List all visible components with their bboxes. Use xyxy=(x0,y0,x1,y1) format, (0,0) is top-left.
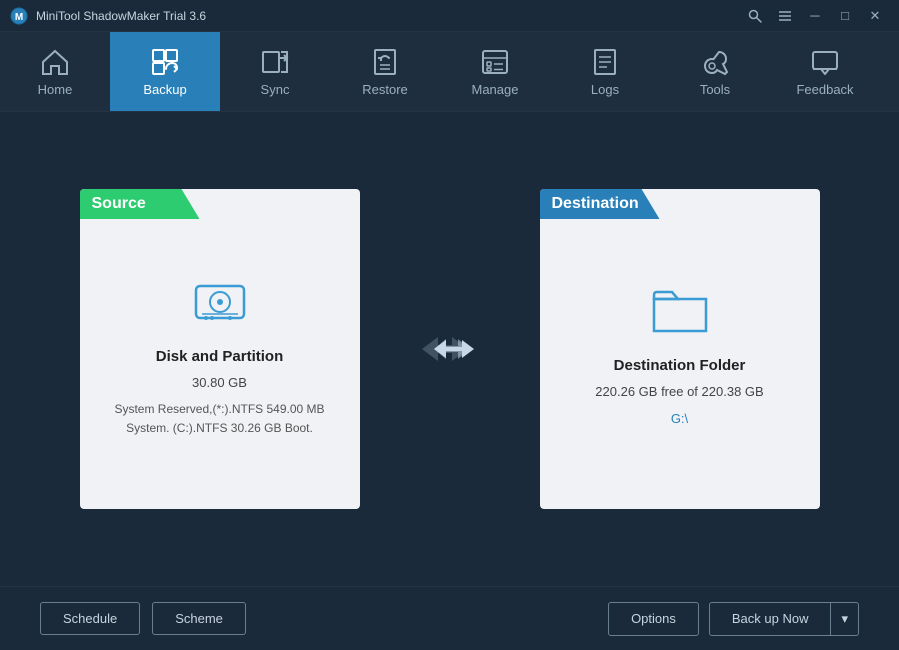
bottom-left-controls: Schedule Scheme xyxy=(40,602,246,635)
scheme-button[interactable]: Scheme xyxy=(152,602,246,635)
destination-info: 220.26 GB free of 220.38 GB G:\ xyxy=(595,382,763,430)
source-label: Source xyxy=(80,189,200,219)
window-controls: ─ □ ✕ xyxy=(741,5,889,27)
nav-item-home[interactable]: Home xyxy=(0,32,110,111)
nav-label-tools: Tools xyxy=(700,82,730,97)
source-card[interactable]: Source Disk and Partition 30.80 GB Syste… xyxy=(80,189,360,509)
folder-icon xyxy=(648,279,712,343)
schedule-button[interactable]: Schedule xyxy=(40,602,140,635)
source-info: 30.80 GB System Reserved,(*:).NTFS 549.0… xyxy=(110,373,330,438)
home-icon xyxy=(39,46,71,78)
minimize-button[interactable]: ─ xyxy=(801,5,829,27)
destination-label: Destination xyxy=(540,189,660,219)
backup-now-button[interactable]: Back up Now xyxy=(709,602,832,636)
bottom-bar: Schedule Scheme Options Back up Now ▾ xyxy=(0,586,899,650)
destination-title: Destination Folder xyxy=(614,357,746,374)
destination-card[interactable]: Destination Destination Folder 220.26 GB… xyxy=(540,189,820,509)
nav-bar: Home Backup Sync Restore xyxy=(0,32,899,112)
nav-label-feedback: Feedback xyxy=(796,82,853,97)
maximize-button[interactable]: □ xyxy=(831,5,859,27)
feedback-icon xyxy=(809,46,841,78)
nav-item-tools[interactable]: Tools xyxy=(660,32,770,111)
logs-icon xyxy=(589,46,621,78)
nav-label-home: Home xyxy=(38,82,73,97)
restore-icon xyxy=(369,46,401,78)
source-size: 30.80 GB xyxy=(110,373,330,394)
nav-item-sync[interactable]: Sync xyxy=(220,32,330,111)
nav-label-logs: Logs xyxy=(591,82,619,97)
dropdown-arrow-icon: ▾ xyxy=(841,611,848,626)
app-title: MiniTool ShadowMaker Trial 3.6 xyxy=(36,9,741,23)
source-description: System Reserved,(*:).NTFS 549.00 MB Syst… xyxy=(110,400,330,438)
svg-text:M: M xyxy=(15,12,23,23)
nav-item-manage[interactable]: Manage xyxy=(440,32,550,111)
nav-label-sync: Sync xyxy=(261,82,290,97)
destination-free-space: 220.26 GB free of 220.38 GB xyxy=(595,382,763,403)
disk-icon xyxy=(188,270,252,334)
nav-item-logs[interactable]: Logs xyxy=(550,32,660,111)
source-title: Disk and Partition xyxy=(156,348,284,365)
backup-now-dropdown-button[interactable]: ▾ xyxy=(831,602,859,636)
main-content: Source Disk and Partition 30.80 GB Syste… xyxy=(0,112,899,586)
nav-item-restore[interactable]: Restore xyxy=(330,32,440,111)
nav-label-manage: Manage xyxy=(472,82,519,97)
menu-button[interactable] xyxy=(771,5,799,27)
nav-item-backup[interactable]: Backup xyxy=(110,32,220,111)
nav-item-feedback[interactable]: Feedback xyxy=(770,32,880,111)
tools-icon xyxy=(699,46,731,78)
search-button[interactable] xyxy=(741,5,769,27)
title-bar: M MiniTool ShadowMaker Trial 3.6 ─ □ ✕ xyxy=(0,0,899,32)
arrow xyxy=(420,329,480,369)
bottom-right-controls: Options Back up Now ▾ xyxy=(608,602,859,636)
close-button[interactable]: ✕ xyxy=(861,5,889,27)
nav-label-backup: Backup xyxy=(143,82,186,97)
options-button[interactable]: Options xyxy=(608,602,699,636)
nav-label-restore: Restore xyxy=(362,82,408,97)
forward-arrows-icon xyxy=(420,329,480,369)
manage-icon xyxy=(479,46,511,78)
app-logo-icon: M xyxy=(10,7,28,25)
destination-drive-path: G:\ xyxy=(595,409,763,430)
backup-icon xyxy=(149,46,181,78)
sync-icon xyxy=(259,46,291,78)
